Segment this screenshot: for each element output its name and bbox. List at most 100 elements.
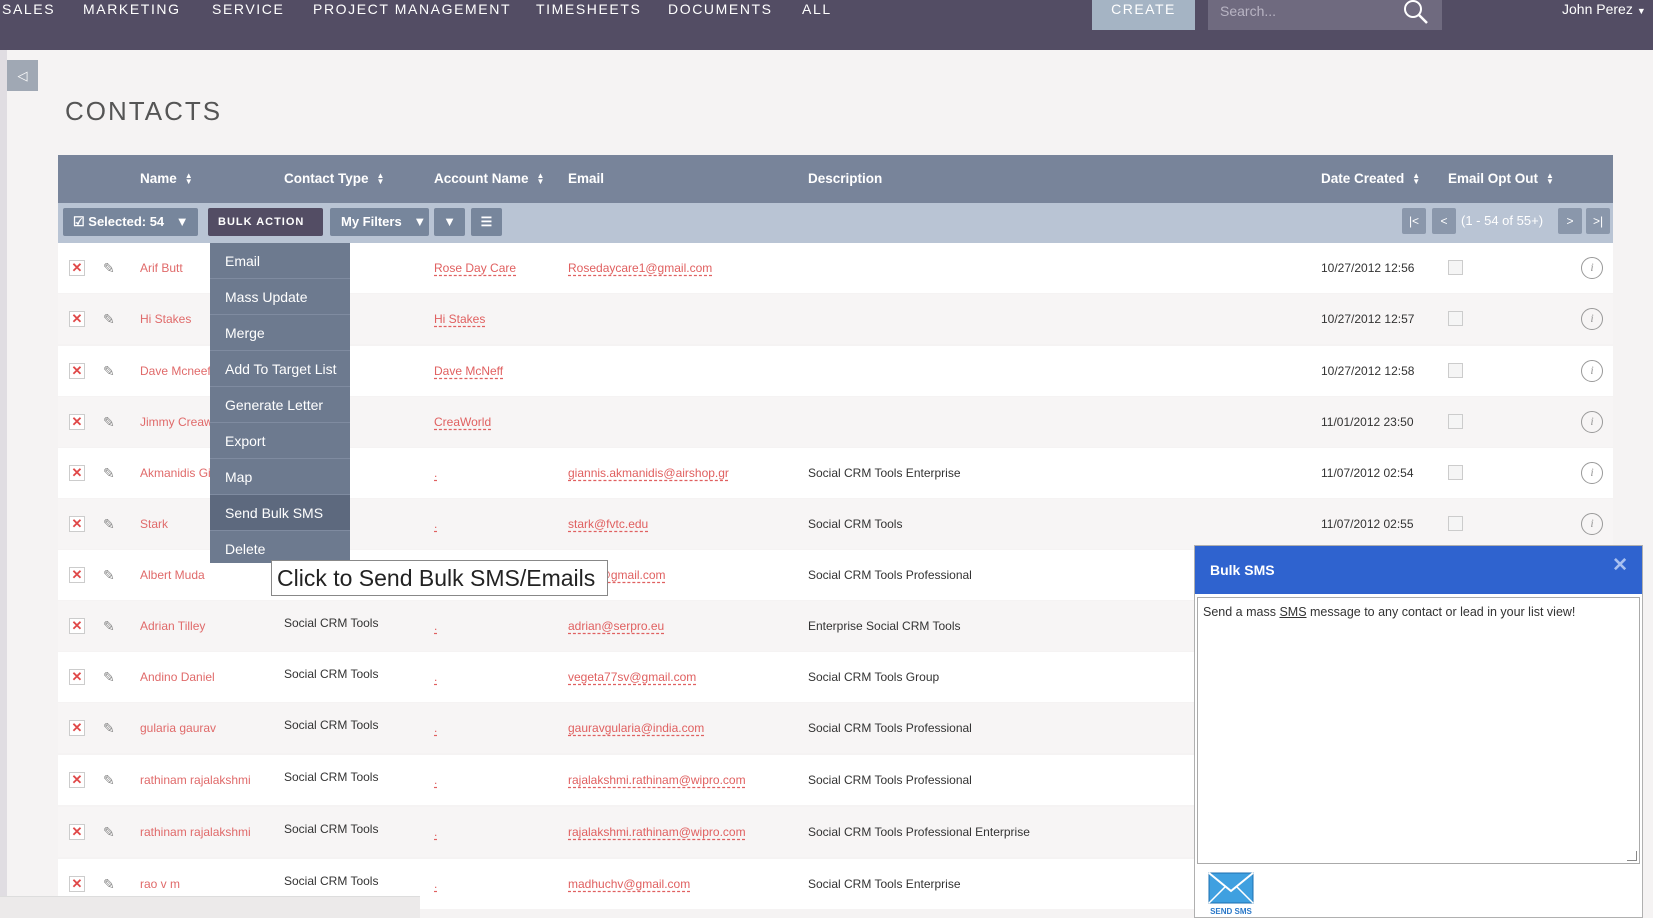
- edit-pencil-icon[interactable]: ✎: [103, 720, 119, 736]
- email-opt-out-checkbox[interactable]: [1448, 260, 1463, 275]
- contact-name-link[interactable]: Hi Stakes: [140, 312, 191, 326]
- contact-name-link[interactable]: rao v m: [140, 877, 180, 891]
- nav-item-all[interactable]: ALL: [802, 0, 832, 18]
- account-name-link[interactable]: .: [434, 721, 437, 735]
- contact-name-link[interactable]: Arif Butt: [140, 261, 183, 275]
- column-chooser-icon[interactable]: ☰: [471, 208, 502, 236]
- bulk-action-button[interactable]: BULK ACTION ▼: [208, 208, 323, 257]
- prev-page-icon[interactable]: <: [1432, 208, 1456, 234]
- nav-item-project-management[interactable]: PROJECT MANAGEMENT: [313, 0, 511, 18]
- user-menu[interactable]: John Perez ▼: [1562, 0, 1646, 20]
- email-link[interactable]: rajalakshmi.rathinam@wipro.com: [568, 825, 746, 839]
- email-link[interactable]: Rosedaycare1@gmail.com: [568, 261, 712, 275]
- account-name-link[interactable]: .: [434, 877, 437, 891]
- email-opt-out-checkbox[interactable]: [1448, 516, 1463, 531]
- account-name-link[interactable]: Hi Stakes: [434, 312, 485, 326]
- delete-row-icon[interactable]: ✕: [69, 824, 85, 840]
- filter-icon[interactable]: ▼: [434, 208, 465, 236]
- account-name-link[interactable]: .: [434, 825, 437, 839]
- account-name-link[interactable]: .: [434, 670, 437, 684]
- edit-pencil-icon[interactable]: ✎: [103, 414, 119, 430]
- contact-name-link[interactable]: rathinam rajalakshmi: [140, 825, 251, 839]
- close-icon[interactable]: ✕: [1612, 546, 1628, 586]
- contact-name-link[interactable]: Stark: [140, 517, 168, 531]
- info-icon[interactable]: i: [1581, 257, 1603, 279]
- info-icon[interactable]: i: [1581, 513, 1603, 535]
- email-link[interactable]: rajalakshmi.rathinam@wipro.com: [568, 773, 746, 787]
- column-header-account-name[interactable]: Account Name ▲ ▼: [434, 155, 544, 203]
- menu-item-merge[interactable]: Merge: [210, 315, 350, 351]
- column-header-name[interactable]: Name ▲ ▼: [140, 155, 193, 203]
- menu-item-email[interactable]: Email: [210, 243, 350, 279]
- email-link[interactable]: stark@fvtc.edu: [568, 517, 648, 531]
- edit-pencil-icon[interactable]: ✎: [103, 876, 119, 892]
- edit-pencil-icon[interactable]: ✎: [103, 311, 119, 327]
- contact-name-link[interactable]: Dave Mcneef: [140, 364, 211, 378]
- edit-pencil-icon[interactable]: ✎: [103, 260, 119, 276]
- info-icon[interactable]: i: [1581, 308, 1603, 330]
- delete-row-icon[interactable]: ✕: [69, 876, 85, 892]
- menu-item-add-to-target-list[interactable]: Add To Target List: [210, 351, 350, 387]
- edit-pencil-icon[interactable]: ✎: [103, 772, 119, 788]
- contact-name-link[interactable]: Albert Muda: [140, 568, 205, 582]
- email-link[interactable]: giannis.akmanidis@airshop.gr: [568, 466, 729, 480]
- nav-item-documents[interactable]: DOCUMENTS: [668, 0, 773, 18]
- contact-name-link[interactable]: Jimmy Creaw: [140, 415, 213, 429]
- info-icon[interactable]: i: [1581, 360, 1603, 382]
- email-link[interactable]: vegeta77sv@gmail.com: [568, 670, 696, 684]
- account-name-link[interactable]: Dave McNeff: [434, 364, 503, 378]
- selected-dropdown[interactable]: ☑ Selected: 54 ▼: [63, 208, 198, 236]
- horizontal-scrollbar[interactable]: [0, 896, 420, 918]
- contact-name-link[interactable]: Akmanidis Gi: [140, 466, 211, 480]
- edit-pencil-icon[interactable]: ✎: [103, 824, 119, 840]
- nav-item-timesheets[interactable]: TIMESHEETS: [536, 0, 641, 18]
- delete-row-icon[interactable]: ✕: [69, 465, 85, 481]
- email-opt-out-checkbox[interactable]: [1448, 414, 1463, 429]
- delete-row-icon[interactable]: ✕: [69, 772, 85, 788]
- edit-pencil-icon[interactable]: ✎: [103, 618, 119, 634]
- info-icon[interactable]: i: [1581, 411, 1603, 433]
- menu-item-send-bulk-sms[interactable]: Send Bulk SMS: [210, 495, 350, 531]
- email-link[interactable]: madhuchv@gmail.com: [568, 877, 690, 891]
- resize-handle-icon[interactable]: [1627, 851, 1637, 861]
- delete-row-icon[interactable]: ✕: [69, 363, 85, 379]
- delete-row-icon[interactable]: ✕: [69, 720, 85, 736]
- delete-row-icon[interactable]: ✕: [69, 311, 85, 327]
- contact-name-link[interactable]: Adrian Tilley: [140, 619, 205, 633]
- next-page-icon[interactable]: >: [1558, 208, 1582, 234]
- delete-row-icon[interactable]: ✕: [69, 618, 85, 634]
- nav-item-marketing[interactable]: MARKETING: [83, 0, 181, 18]
- email-link[interactable]: adrian@serpro.eu: [568, 619, 664, 633]
- delete-row-icon[interactable]: ✕: [69, 260, 85, 276]
- delete-row-icon[interactable]: ✕: [69, 414, 85, 430]
- contact-name-link[interactable]: Andino Daniel: [140, 670, 215, 684]
- menu-item-generate-letter[interactable]: Generate Letter: [210, 387, 350, 423]
- sms-message-textarea[interactable]: Send a mass SMS message to any contact o…: [1197, 597, 1640, 864]
- send-sms-button[interactable]: SEND SMS: [1207, 871, 1255, 917]
- account-name-link[interactable]: Rose Day Care: [434, 261, 516, 275]
- email-opt-out-checkbox[interactable]: [1448, 363, 1463, 378]
- delete-row-icon[interactable]: ✕: [69, 516, 85, 532]
- delete-row-icon[interactable]: ✕: [69, 669, 85, 685]
- last-page-icon[interactable]: >|: [1586, 208, 1610, 234]
- info-icon[interactable]: i: [1581, 462, 1603, 484]
- contact-name-link[interactable]: rathinam rajalakshmi: [140, 773, 251, 787]
- column-header-date-created[interactable]: Date Created ▲ ▼: [1321, 155, 1420, 203]
- nav-item-service[interactable]: SERVICE: [212, 0, 284, 18]
- menu-item-map[interactable]: Map: [210, 459, 350, 495]
- account-name-link[interactable]: .: [434, 773, 437, 787]
- account-name-link[interactable]: CreaWorld: [434, 415, 491, 429]
- edit-pencil-icon[interactable]: ✎: [103, 363, 119, 379]
- edit-pencil-icon[interactable]: ✎: [103, 669, 119, 685]
- search-icon[interactable]: [1403, 0, 1429, 26]
- my-filters-dropdown[interactable]: My Filters ▼: [330, 208, 429, 236]
- column-header-contact-type[interactable]: Contact Type ▲ ▼: [284, 155, 384, 203]
- edit-pencil-icon[interactable]: ✎: [103, 567, 119, 583]
- email-link[interactable]: gauravgularia@india.com: [568, 721, 704, 735]
- edit-pencil-icon[interactable]: ✎: [103, 516, 119, 532]
- nav-item-sales[interactable]: SALES: [2, 0, 55, 18]
- account-name-link[interactable]: .: [434, 517, 437, 531]
- delete-row-icon[interactable]: ✕: [69, 567, 85, 583]
- email-opt-out-checkbox[interactable]: [1448, 465, 1463, 480]
- email-opt-out-checkbox[interactable]: [1448, 311, 1463, 326]
